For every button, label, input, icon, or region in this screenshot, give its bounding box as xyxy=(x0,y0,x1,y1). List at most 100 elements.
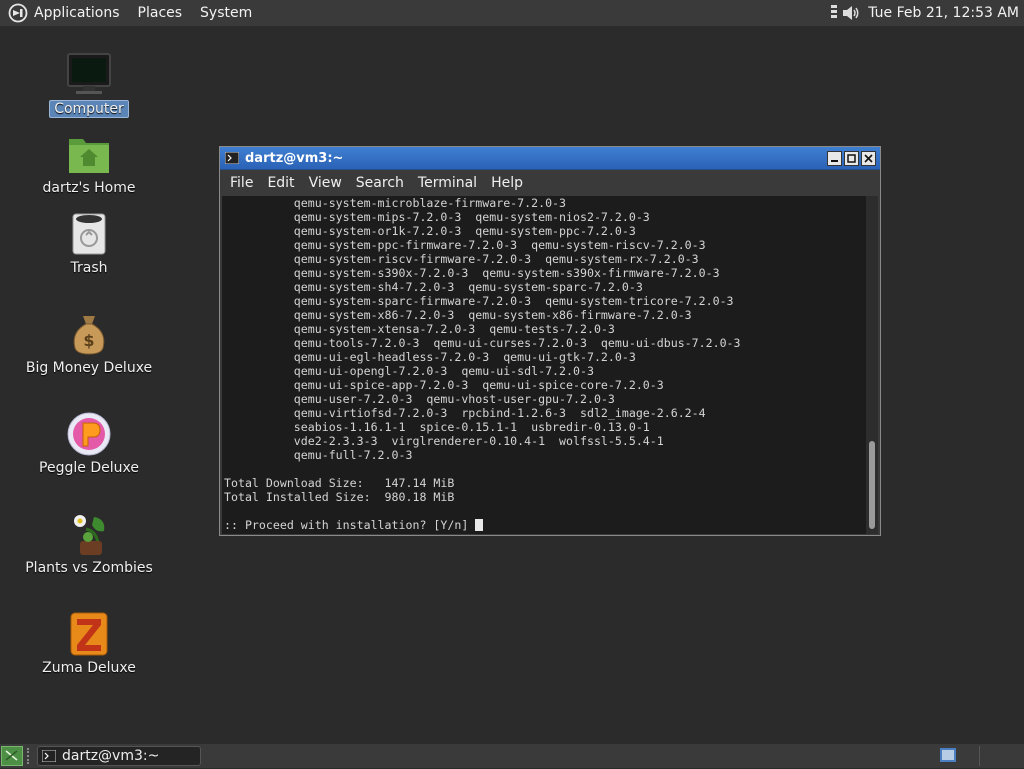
trash-icon xyxy=(72,213,106,255)
desktop-icon-label: Peggle Deluxe xyxy=(39,460,139,476)
vertical-scrollbar[interactable] xyxy=(866,196,878,534)
menu-system[interactable]: System xyxy=(200,5,252,21)
workspace-switcher[interactable] xyxy=(940,748,956,762)
terminal-line-text: qemu-user-7.2.0-3 qemu-vhost-user-gpu-7.… xyxy=(224,392,615,406)
terminal-line: qemu-system-s390x-7.2.0-3 qemu-system-s3… xyxy=(224,266,866,280)
terminal-line-text: qemu-system-riscv-firmware-7.2.0-3 qemu-… xyxy=(224,252,699,266)
terminal-line: qemu-ui-spice-app-7.2.0-3 qemu-ui-spice-… xyxy=(224,378,866,392)
terminal-line: seabios-1.16.1-1 spice-0.15.1-1 usbredir… xyxy=(224,420,866,434)
volume-icon[interactable] xyxy=(841,4,861,22)
terminal-line: qemu-system-x86-7.2.0-3 qemu-system-x86-… xyxy=(224,308,866,322)
taskbar-item-terminal[interactable]: dartz@vm3:~ xyxy=(37,746,201,766)
terminal-line-text: qemu-ui-egl-headless-7.2.0-3 qemu-ui-gtk… xyxy=(224,350,636,364)
terminal-line: qemu-system-xtensa-7.2.0-3 qemu-tests-7.… xyxy=(224,322,866,336)
desktop-icon-peggle[interactable]: Peggle Deluxe xyxy=(29,410,149,476)
terminal-icon xyxy=(42,750,56,762)
desktop-icon-plants-vs-zombies[interactable]: Plants vs Zombies xyxy=(25,510,153,576)
panel-divider xyxy=(979,746,980,766)
terminal-output[interactable]: qemu-system-microblaze-firmware-7.2.0-3 … xyxy=(222,196,866,534)
terminal-line: qemu-system-or1k-7.2.0-3 qemu-system-ppc… xyxy=(224,224,866,238)
close-button[interactable] xyxy=(861,150,876,166)
taskbar-item-label: dartz@vm3:~ xyxy=(62,748,160,764)
show-desktop-button[interactable] xyxy=(1,746,23,766)
plant-icon xyxy=(74,515,105,555)
desktop-icon-label: Zuma Deluxe xyxy=(42,660,136,676)
terminal-line: :: Proceed with installation? [Y/n] xyxy=(224,518,866,532)
terminal-line: qemu-system-riscv-firmware-7.2.0-3 qemu-… xyxy=(224,252,866,266)
minimize-icon xyxy=(831,159,838,162)
menu-view[interactable]: View xyxy=(309,175,342,191)
terminal-line: qemu-system-sh4-7.2.0-3 qemu-system-spar… xyxy=(224,280,866,294)
menu-terminal[interactable]: Terminal xyxy=(418,175,477,191)
terminal-line-text: qemu-ui-opengl-7.2.0-3 qemu-ui-sdl-7.2.0… xyxy=(224,364,594,378)
terminal-line-text: qemu-system-ppc-firmware-7.2.0-3 qemu-sy… xyxy=(224,238,706,252)
terminal-window[interactable]: dartz@vm3:~ File Edit View Search Termin… xyxy=(219,146,881,536)
terminal-line: qemu-tools-7.2.0-3 qemu-ui-curses-7.2.0-… xyxy=(224,336,866,350)
show-desktop-icon xyxy=(5,750,18,761)
system-tray xyxy=(830,4,864,22)
terminal-line-text: qemu-system-xtensa-7.2.0-3 qemu-tests-7.… xyxy=(224,322,615,336)
desktop-icon-home[interactable]: dartz's Home xyxy=(29,130,149,196)
desktop-icon-label: Computer xyxy=(49,100,129,118)
scrollbar-thumb[interactable] xyxy=(869,441,875,529)
terminal-line-text: qemu-virtiofsd-7.2.0-3 rpcbind-1.2.6-3 s… xyxy=(224,406,706,420)
distro-logo-icon[interactable] xyxy=(8,3,28,23)
terminal-line-text: qemu-system-microblaze-firmware-7.2.0-3 xyxy=(224,196,567,210)
network-icon[interactable] xyxy=(830,4,838,22)
desktop-icon-trash[interactable]: Trash xyxy=(29,210,149,276)
bottom-panel: dartz@vm3:~ xyxy=(0,744,1024,768)
terminal-line: qemu-user-7.2.0-3 qemu-vhost-user-gpu-7.… xyxy=(224,392,866,406)
terminal-line-text: qemu-system-s390x-7.2.0-3 qemu-system-s3… xyxy=(224,266,720,280)
window-menubar: File Edit View Search Terminal Help xyxy=(220,170,880,196)
clock[interactable]: Tue Feb 21, 12:53 AM xyxy=(868,5,1019,21)
window-titlebar[interactable]: dartz@vm3:~ xyxy=(220,147,880,170)
terminal-cursor xyxy=(475,519,484,531)
terminal-line-text: :: Proceed with installation? [Y/n] xyxy=(224,518,476,532)
terminal-line: Total Download Size: 147.14 MiB xyxy=(224,476,866,490)
menu-search[interactable]: Search xyxy=(356,175,404,191)
menu-applications[interactable]: Applications xyxy=(34,5,120,21)
menu-help[interactable]: Help xyxy=(491,175,523,191)
terminal-line-text: qemu-system-mips-7.2.0-3 qemu-system-nio… xyxy=(224,210,650,224)
terminal-line-text: vde2-2.3.3-3 virglrenderer-0.10.4-1 wolf… xyxy=(224,434,664,448)
desktop-icon-big-money[interactable]: $ Big Money Deluxe xyxy=(26,310,152,376)
money-bag-icon: $ xyxy=(73,316,105,355)
terminal-line-text: qemu-ui-spice-app-7.2.0-3 qemu-ui-spice-… xyxy=(224,378,664,392)
desktop-icon-label: Big Money Deluxe xyxy=(25,360,153,376)
terminal-line-text: Total Download Size: 147.14 MiB xyxy=(224,476,455,490)
maximize-button[interactable] xyxy=(844,150,859,166)
terminal-icon xyxy=(225,152,239,164)
terminal-line: qemu-system-ppc-firmware-7.2.0-3 qemu-sy… xyxy=(224,238,866,252)
desktop-icon-label: Trash xyxy=(70,260,108,276)
desktop-icon-label: dartz's Home xyxy=(42,180,136,196)
window-title: dartz@vm3:~ xyxy=(245,150,344,166)
terminal-line: qemu-ui-egl-headless-7.2.0-3 qemu-ui-gtk… xyxy=(224,350,866,364)
terminal-line-text: qemu-system-sparc-firmware-7.2.0-3 qemu-… xyxy=(224,294,734,308)
menu-file[interactable]: File xyxy=(230,175,253,191)
panel-grip[interactable] xyxy=(27,748,33,764)
desktop-icon-computer[interactable]: Computer xyxy=(29,50,149,118)
terminal-line: qemu-system-mips-7.2.0-3 qemu-system-nio… xyxy=(224,210,866,224)
terminal-line-text: qemu-system-sh4-7.2.0-3 qemu-system-spar… xyxy=(224,280,643,294)
maximize-icon xyxy=(847,153,856,163)
menu-places[interactable]: Places xyxy=(138,5,183,21)
terminal-line: qemu-system-sparc-firmware-7.2.0-3 qemu-… xyxy=(224,294,866,308)
computer-icon xyxy=(67,53,111,94)
terminal-line-text: Total Installed Size: 980.18 MiB xyxy=(224,490,455,504)
terminal-line: qemu-system-microblaze-firmware-7.2.0-3 xyxy=(224,196,866,210)
peggle-icon xyxy=(67,412,111,456)
menu-edit[interactable]: Edit xyxy=(267,175,294,191)
home-folder-icon xyxy=(69,139,109,173)
terminal-line-text: qemu-tools-7.2.0-3 qemu-ui-curses-7.2.0-… xyxy=(224,336,741,350)
terminal-line-text: qemu-system-x86-7.2.0-3 qemu-system-x86-… xyxy=(224,308,692,322)
desktop-icon-zuma[interactable]: Zuma Deluxe xyxy=(29,610,149,676)
terminal-line: qemu-full-7.2.0-3 xyxy=(224,448,866,462)
terminal-line-text: seabios-1.16.1-1 spice-0.15.1-1 usbredir… xyxy=(224,420,650,434)
terminal-line: qemu-virtiofsd-7.2.0-3 rpcbind-1.2.6-3 s… xyxy=(224,406,866,420)
terminal-line: vde2-2.3.3-3 virglrenderer-0.10.4-1 wolf… xyxy=(224,434,866,448)
minimize-button[interactable] xyxy=(827,150,842,166)
terminal-line-text: qemu-system-or1k-7.2.0-3 qemu-system-ppc… xyxy=(224,224,636,238)
svg-text:$: $ xyxy=(83,331,94,350)
